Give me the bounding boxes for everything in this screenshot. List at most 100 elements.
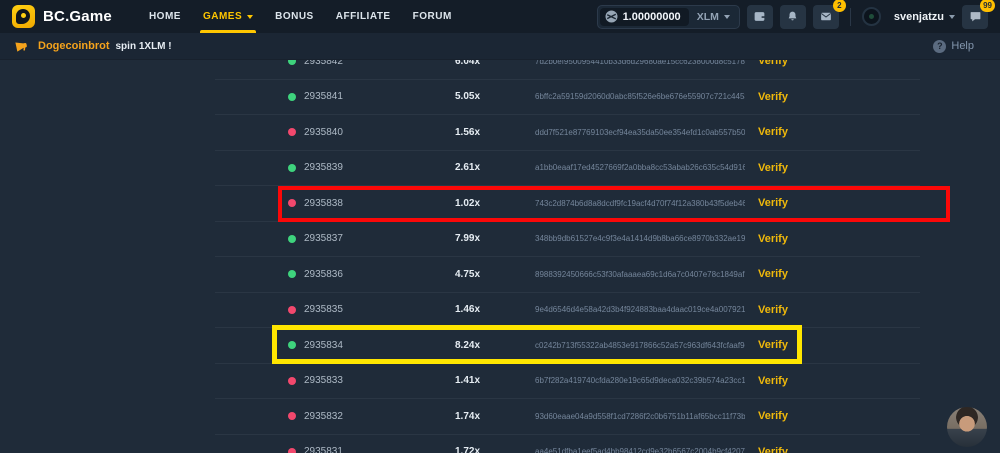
hash-value: 9e4d6546d4e58a42d3b4f924883baa4daac019ce… — [535, 305, 745, 314]
game-id: 2935832 — [304, 411, 343, 422]
verify-button[interactable]: Verify — [758, 91, 788, 103]
game-id-cell: 2935833 — [215, 375, 440, 386]
coin-icon — [605, 10, 618, 23]
hash-value: 7d2b0ef9500954410b33d6d29680ae15cc623800… — [535, 60, 745, 66]
verify-button[interactable]: Verify — [758, 268, 788, 280]
game-id: 2935838 — [304, 198, 343, 209]
table-row: 2935838 1.02x 743c2d874b6d8a8dcdf9fc19ac… — [215, 186, 920, 222]
user-avatar[interactable] — [862, 7, 881, 26]
logo-eye-shape — [21, 13, 26, 18]
result-dot — [288, 199, 296, 207]
bc-game-page: BC.Game HOME GAMES BONUS AFFILIATE FORUM… — [0, 0, 1000, 453]
nav-affiliate[interactable]: AFFILIATE — [325, 0, 402, 33]
game-id-cell: 2935837 — [215, 233, 440, 244]
hash-value: 6b7f282a419740cfda280e19c65d9deca032c39b… — [535, 376, 745, 385]
balance-display: 1.00000000 — [600, 8, 689, 26]
game-id-cell: 2935840 — [215, 127, 440, 138]
game-id-cell: 2935842 — [215, 60, 440, 67]
game-id-cell: 2935832 — [215, 411, 440, 422]
table-row: 2935842 6.04x 7d2b0ef9500954410b33d6d296… — [215, 60, 920, 80]
table-row: 2935831 1.72x aa4e51dfba1eef5ad4bb98412c… — [215, 435, 920, 453]
hash-value: aa4e51dfba1eef5ad4bb98412cd9e32b6567c200… — [535, 447, 745, 453]
help-icon: ? — [933, 40, 946, 53]
game-id-cell: 2935839 — [215, 162, 440, 173]
hash-value: 348bb9db61527e4c9f3e4a1414d9b8ba66ce8970… — [535, 234, 745, 243]
wallet-icon — [753, 10, 766, 23]
balance-amount: 1.00000000 — [623, 11, 681, 23]
result-dot — [288, 93, 296, 101]
balance-selector[interactable]: 1.00000000 XLM — [597, 5, 740, 29]
brand-title: BC.Game — [43, 8, 112, 25]
nav-games[interactable]: GAMES — [192, 0, 264, 33]
game-id-cell: 2935841 — [215, 91, 440, 102]
notifications-button[interactable] — [780, 5, 806, 29]
hash-value: a1bb0eaaf17ed4527669f2a0bba8cc53abab26c6… — [535, 163, 745, 172]
help-button[interactable]: ? Help — [933, 40, 974, 53]
verify-button[interactable]: Verify — [758, 446, 788, 453]
result-dot — [288, 377, 296, 385]
result-dot — [288, 270, 296, 278]
wallet-button[interactable] — [747, 5, 773, 29]
multiplier: 5.05x — [440, 91, 535, 102]
verify-button[interactable]: Verify — [758, 410, 788, 422]
result-dot — [288, 164, 296, 172]
verify-button[interactable]: Verify — [758, 233, 788, 245]
messages-button[interactable]: 2 — [813, 5, 839, 29]
multiplier: 1.74x — [440, 411, 535, 422]
main-nav: HOME GAMES BONUS AFFILIATE FORUM — [138, 0, 463, 33]
multiplier: 1.72x — [440, 446, 535, 453]
chevron-down-icon — [724, 15, 730, 19]
user-menu[interactable]: svenjatzu — [894, 11, 955, 23]
table-row: 2935840 1.56x ddd7f521e87769103ecf94ea35… — [215, 115, 920, 151]
verify-button[interactable]: Verify — [758, 60, 788, 67]
game-id: 2935833 — [304, 375, 343, 386]
game-id: 2935839 — [304, 162, 343, 173]
top-header: BC.Game HOME GAMES BONUS AFFILIATE FORUM… — [0, 0, 1000, 33]
chevron-down-icon — [247, 15, 253, 19]
chat-button[interactable]: 99 — [962, 5, 988, 29]
game-id-cell: 2935834 — [215, 340, 440, 351]
result-dot — [288, 235, 296, 243]
game-id: 2935837 — [304, 233, 343, 244]
nav-home[interactable]: HOME — [138, 0, 192, 33]
mail-icon — [819, 10, 833, 23]
announcement-message: spin 1XLM ! — [116, 41, 172, 52]
table-row: 2935834 8.24x c0242b713f55322ab4853e9178… — [215, 328, 920, 364]
multiplier: 8.24x — [440, 340, 535, 351]
game-id-cell: 2935838 — [215, 198, 440, 209]
bell-icon — [786, 10, 799, 23]
multiplier: 1.46x — [440, 304, 535, 315]
verify-button[interactable]: Verify — [758, 197, 788, 209]
game-id: 2935835 — [304, 304, 343, 315]
game-id-cell: 2935836 — [215, 269, 440, 280]
nav-forum[interactable]: FORUM — [402, 0, 463, 33]
result-dot — [288, 306, 296, 314]
game-id: 2935841 — [304, 91, 343, 102]
multiplier: 1.02x — [440, 198, 535, 209]
multiplier: 1.56x — [440, 127, 535, 138]
bcgame-logo-icon[interactable] — [12, 5, 35, 28]
megaphone-icon — [13, 38, 31, 55]
results-table: 2935842 6.04x 7d2b0ef9500954410b33d6d296… — [215, 60, 920, 453]
game-id: 2935840 — [304, 127, 343, 138]
result-dot — [288, 341, 296, 349]
currency-selector[interactable]: XLM — [689, 11, 737, 23]
hash-value: 6bffc2a59159d2060d0abc85f526e6be676e5590… — [535, 92, 745, 101]
table-row: 2935832 1.74x 93d60eaae04a9d558f1cd7286f… — [215, 399, 920, 435]
mail-badge: 2 — [833, 0, 846, 12]
verify-button[interactable]: Verify — [758, 162, 788, 174]
table-row: 2935839 2.61x a1bb0eaaf17ed4527669f2a0bb… — [215, 151, 920, 187]
table-row: 2935833 1.41x 6b7f282a419740cfda280e19c6… — [215, 364, 920, 400]
table-row: 2935837 7.99x 348bb9db61527e4c9f3e4a1414… — [215, 222, 920, 258]
user-avatar-photo[interactable] — [947, 407, 987, 447]
verify-button[interactable]: Verify — [758, 126, 788, 138]
nav-bonus[interactable]: BONUS — [264, 0, 325, 33]
verify-button[interactable]: Verify — [758, 375, 788, 387]
multiplier: 4.75x — [440, 269, 535, 280]
verify-button[interactable]: Verify — [758, 339, 788, 351]
verify-button[interactable]: Verify — [758, 304, 788, 316]
hash-value: ddd7f521e87769103ecf94ea35da50ee354efd1c… — [535, 128, 745, 137]
table-row: 2935835 1.46x 9e4d6546d4e58a42d3b4f92488… — [215, 293, 920, 329]
announcement-title[interactable]: Dogecoinbrot — [38, 40, 110, 52]
result-dot — [288, 448, 296, 453]
